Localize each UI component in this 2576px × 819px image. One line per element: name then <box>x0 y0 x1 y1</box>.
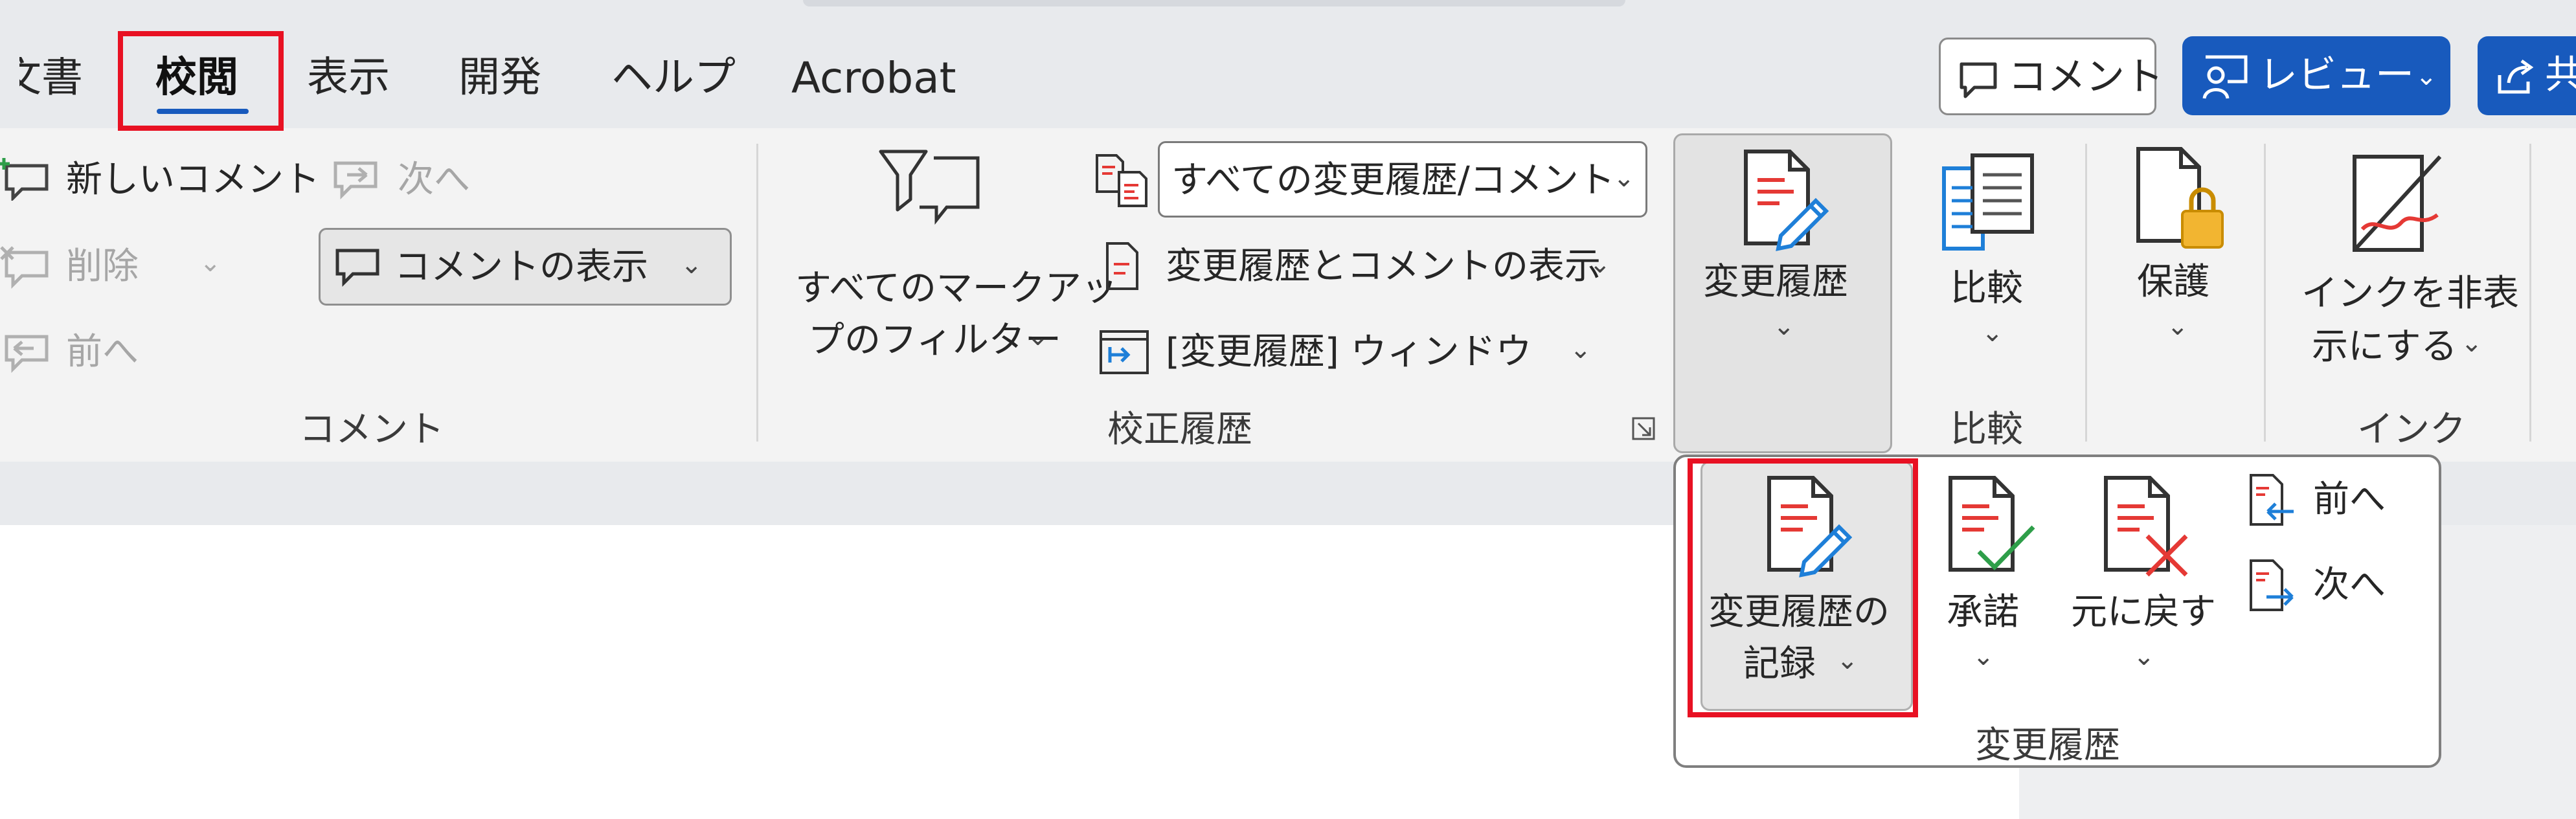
chevron-down-icon: ⌄ <box>1570 335 1592 365</box>
next-change-icon <box>2247 558 2296 614</box>
hide-ink-line1[interactable]: インクを非表 <box>2301 276 2519 312</box>
chevron-down-icon: ⌄ <box>2133 642 2155 671</box>
title-bar-strip <box>803 0 1625 6</box>
chevron-down-icon: ⌄ <box>199 248 221 278</box>
show-markup-button[interactable]: 変更履歴とコメントの表示 <box>1166 249 1601 285</box>
group-separator <box>2264 144 2266 442</box>
new-comment-icon <box>0 155 52 201</box>
track-changes-label: 変更履歴 <box>1703 261 1848 303</box>
reviewing-pane-button[interactable]: [変更履歴] ウィンドウ <box>1166 334 1532 370</box>
group-separator <box>2529 144 2531 442</box>
protect-button[interactable]: 保護 <box>2137 264 2209 300</box>
chevron-down-icon: ⌄ <box>1982 318 2004 348</box>
tab-help[interactable]: ヘルプ <box>611 57 736 98</box>
share-icon <box>2494 56 2536 97</box>
new-comment-button[interactable]: 新しいコメント <box>66 162 320 198</box>
comment-icon <box>335 247 381 288</box>
markup-filter-line2[interactable]: プのフィルター <box>808 322 1061 359</box>
delete-comment-icon <box>0 245 52 290</box>
reject-change-icon <box>2098 473 2195 583</box>
tab-view[interactable]: 表示 <box>307 57 390 98</box>
compare-button[interactable]: 比較 <box>1950 271 2023 307</box>
compare-group-label: 比較 <box>1950 409 2023 451</box>
markup-filter-line1[interactable]: すべてのマークアッ <box>795 271 1118 307</box>
chevron-down-icon: ⌄ <box>1613 163 1635 193</box>
review-person-icon <box>2202 53 2250 101</box>
group-separator <box>2085 144 2087 442</box>
accept-button[interactable]: 承諾 <box>1947 594 2019 631</box>
next-change-button[interactable]: 次へ <box>2313 567 2386 603</box>
previous-comment-button[interactable]: 前へ <box>66 334 139 370</box>
accept-change-icon <box>1943 473 2040 583</box>
chevron-down-icon: ⌄ <box>2461 328 2483 358</box>
comment-button-label: コメント <box>2008 54 2164 100</box>
review-button-label: レビュー <box>2259 52 2414 98</box>
display-for-review-select[interactable]: すべての変更履歴/コメント ⌄ <box>1158 141 1647 218</box>
show-comments-label: コメントの表示 <box>394 246 648 288</box>
reject-button[interactable]: 元に戻す <box>2071 594 2216 631</box>
delete-comment-button[interactable]: 削除 <box>66 249 139 285</box>
previous-change-button[interactable]: 前へ <box>2313 482 2386 518</box>
chevron-down-icon: ⌄ <box>2167 311 2189 341</box>
previous-change-icon <box>2247 473 2296 528</box>
comment-button[interactable]: コメント <box>1939 38 2164 115</box>
hide-ink-icon <box>2349 151 2446 255</box>
tab-developer[interactable]: 開発 <box>458 57 541 98</box>
chevron-down-icon: ⌄ <box>1027 322 1049 352</box>
display-for-review-value: すべての変更履歴/コメント <box>1171 159 1615 201</box>
ink-group-label: インク <box>2357 409 2466 451</box>
protect-document-icon <box>2129 144 2233 254</box>
group-separator <box>756 144 758 442</box>
comment-icon <box>1958 59 1999 100</box>
chevron-down-icon: ⌄ <box>1972 642 1994 671</box>
markup-filter-icon <box>874 145 984 249</box>
comments-group-label: コメント <box>299 409 444 451</box>
chevron-down-icon: ⌄ <box>681 250 703 280</box>
next-comment-button[interactable]: 次へ <box>398 162 470 198</box>
show-markup-icon <box>1103 240 1142 293</box>
reviewing-pane-icon <box>1098 328 1150 377</box>
chevron-down-icon: ⌄ <box>1589 249 1611 279</box>
compare-icon <box>1939 146 2042 256</box>
track-changes-group-label: 変更履歴 <box>1975 724 2120 767</box>
chevron-down-icon: ⌄ <box>1773 311 1795 341</box>
hide-ink-line2[interactable]: 示にする <box>2312 329 2457 365</box>
share-button[interactable]: 共 <box>2478 36 2576 115</box>
track-changes-icon <box>1738 146 1835 256</box>
record-changes-highlight-box <box>1688 458 1918 717</box>
share-button-label: 共 <box>2545 52 2576 98</box>
previous-comment-icon <box>0 329 52 374</box>
chevron-down-icon: ⌄ <box>2415 62 2437 91</box>
next-comment-icon <box>329 155 381 201</box>
tab-highlight-box <box>118 31 284 131</box>
review-button[interactable]: レビュー ⌄ <box>2182 36 2450 115</box>
dialog-launcher-icon[interactable] <box>1629 414 1658 443</box>
display-for-review-icon <box>1093 153 1151 208</box>
show-comments-button[interactable]: コメントの表示 ⌄ <box>319 228 732 306</box>
tracking-group-label: 校正履歴 <box>1107 409 1252 451</box>
tab-acrobat[interactable]: Acrobat <box>791 57 956 100</box>
